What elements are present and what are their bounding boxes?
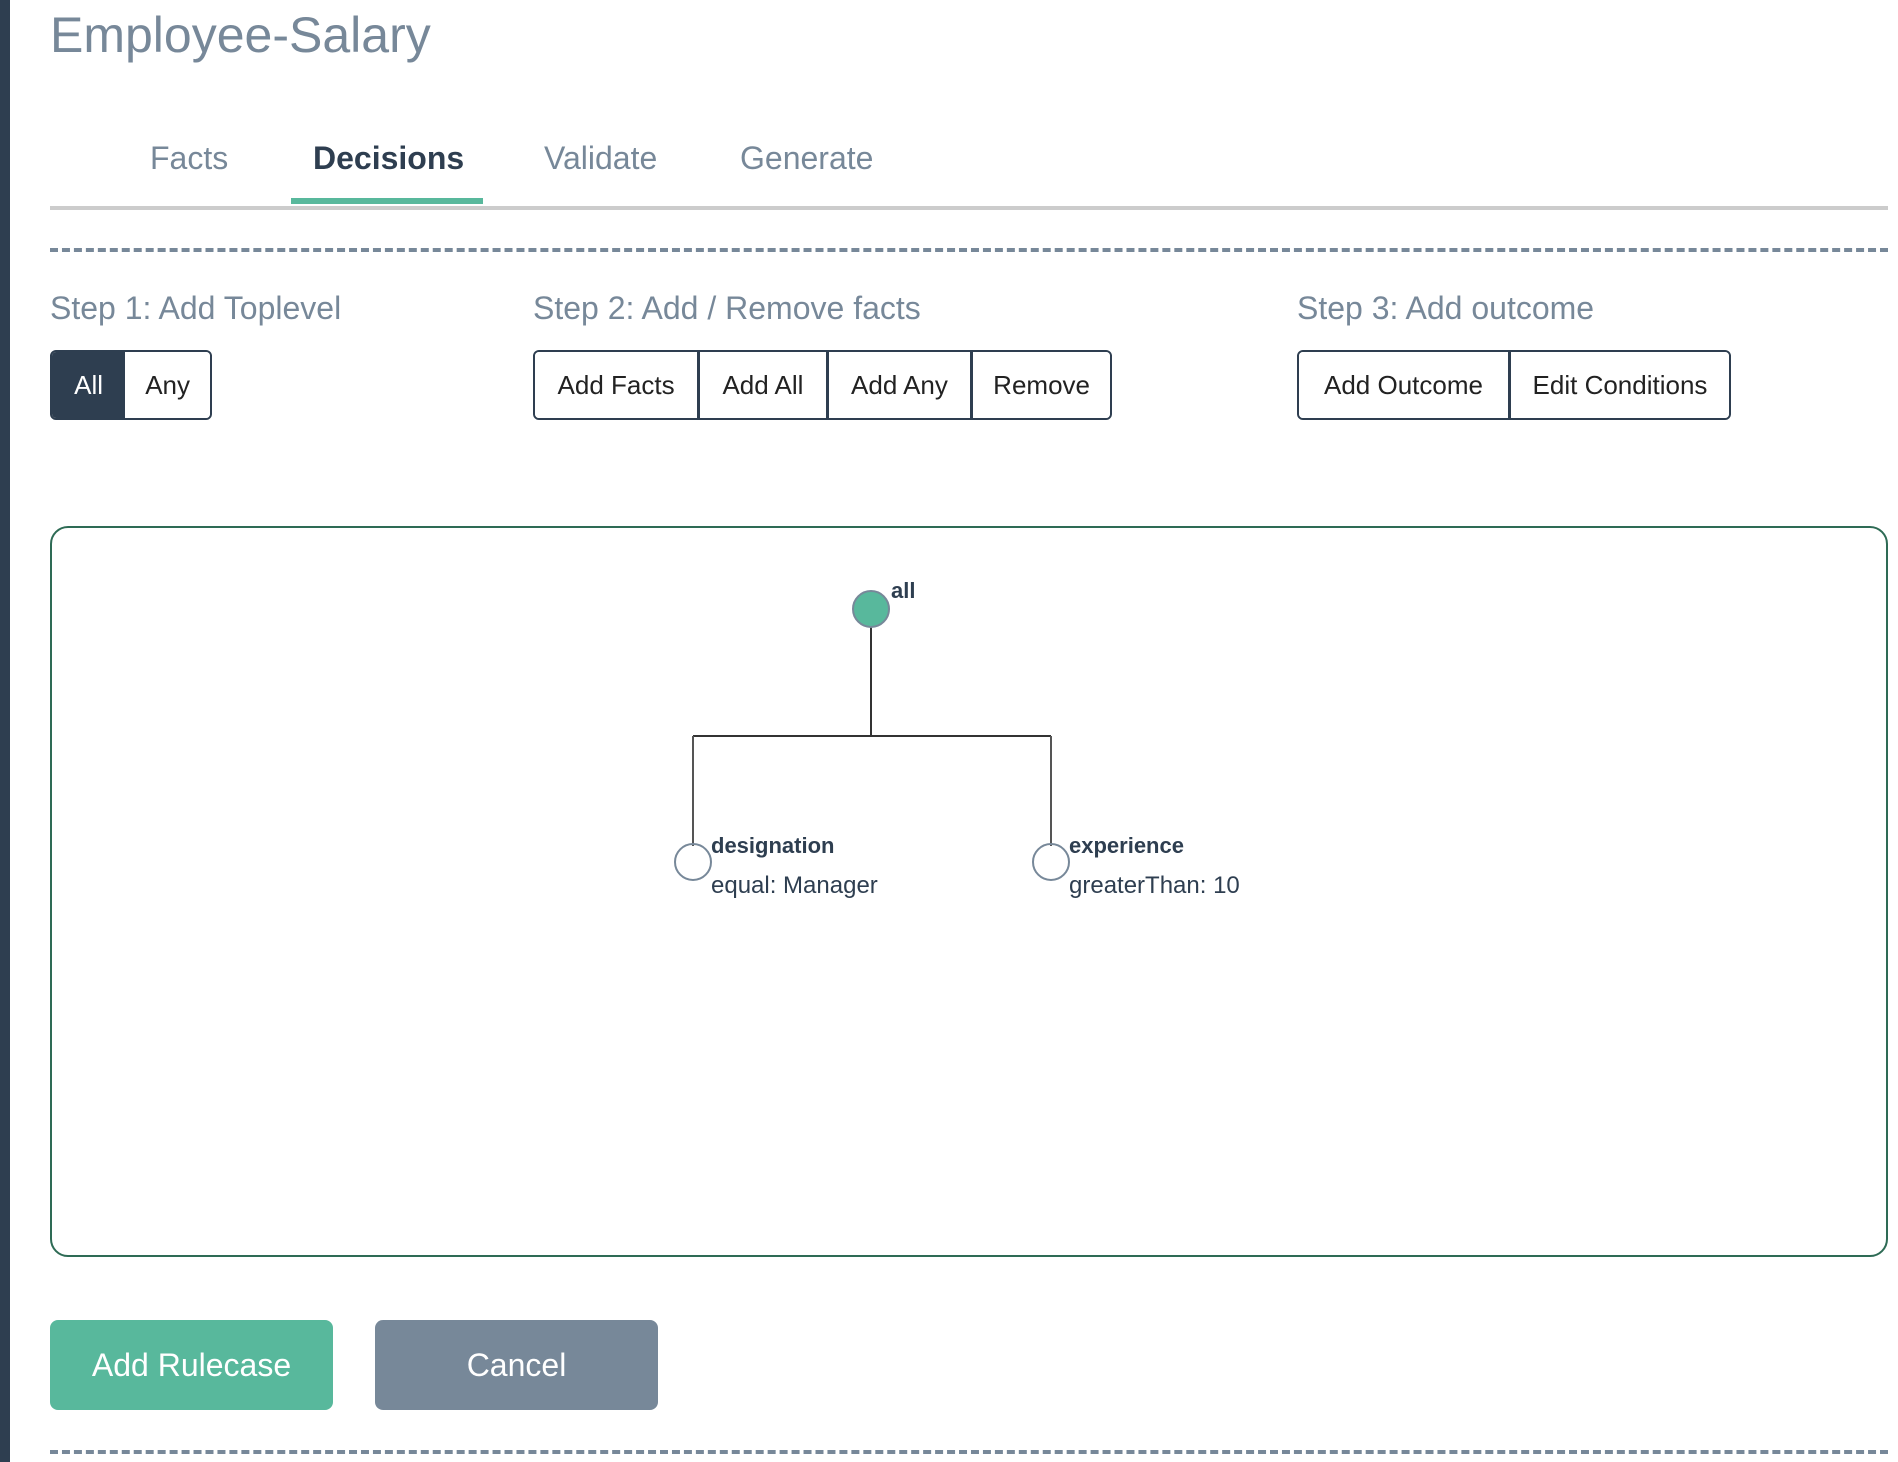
experience-node-name: experience: [1069, 833, 1184, 858]
experience-node-condition: greaterThan: 10: [1069, 872, 1240, 899]
step3-label: Step 3: Add outcome: [1297, 290, 1595, 326]
any-button[interactable]: Any: [125, 352, 210, 418]
decision-tree-canvas[interactable]: all designation equal: Manager experienc…: [50, 526, 1888, 1257]
experience-node-circle[interactable]: [1032, 843, 1070, 881]
facts-button-group: Add Facts Add All Add Any Remove: [533, 350, 1112, 420]
add-all-button[interactable]: Add All: [697, 352, 826, 418]
designation-node-condition: equal: Manager: [711, 872, 878, 899]
tab-decisions[interactable]: Decisions: [313, 140, 464, 177]
tab-generate[interactable]: Generate: [740, 140, 873, 177]
outcome-button-group: Add Outcome Edit Conditions: [1297, 350, 1731, 420]
step1-label: Step 1: Add Toplevel: [50, 290, 342, 326]
designation-node-circle[interactable]: [674, 843, 712, 881]
add-outcome-button[interactable]: Add Outcome: [1299, 352, 1508, 418]
remove-button[interactable]: Remove: [970, 352, 1110, 418]
page-title: Employee-Salary: [50, 7, 431, 63]
add-rulecase-button[interactable]: Add Rulecase: [50, 1320, 333, 1410]
active-tab-indicator: [291, 198, 483, 204]
add-any-button[interactable]: Add Any: [825, 352, 971, 418]
bottom-divider: [50, 1450, 1888, 1454]
tree-node-experience[interactable]: experience greaterThan: 10: [1032, 833, 1240, 899]
tree-node-designation[interactable]: designation equal: Manager: [674, 833, 878, 899]
root-node-label: all: [891, 578, 915, 603]
tab-validate[interactable]: Validate: [544, 140, 657, 177]
edit-conditions-button[interactable]: Edit Conditions: [1508, 352, 1729, 418]
step2-label: Step 2: Add / Remove facts: [533, 290, 921, 326]
tab-bar: Facts Decisions Validate Generate: [50, 130, 1888, 210]
tree-node-root[interactable]: all: [852, 578, 915, 628]
all-button[interactable]: All: [52, 352, 126, 418]
decision-tree-svg: all designation equal: Manager experienc…: [674, 578, 1240, 899]
add-facts-button[interactable]: Add Facts: [535, 352, 698, 418]
tree-links: [692, 609, 1052, 846]
designation-node-name: designation: [711, 833, 834, 858]
toplevel-button-group: All Any: [50, 350, 212, 420]
cancel-button[interactable]: Cancel: [375, 1320, 658, 1410]
root-node-circle[interactable]: [852, 590, 890, 628]
left-sidebar-edge: [0, 0, 10, 1462]
top-divider: [50, 248, 1888, 252]
tab-facts[interactable]: Facts: [150, 140, 228, 177]
